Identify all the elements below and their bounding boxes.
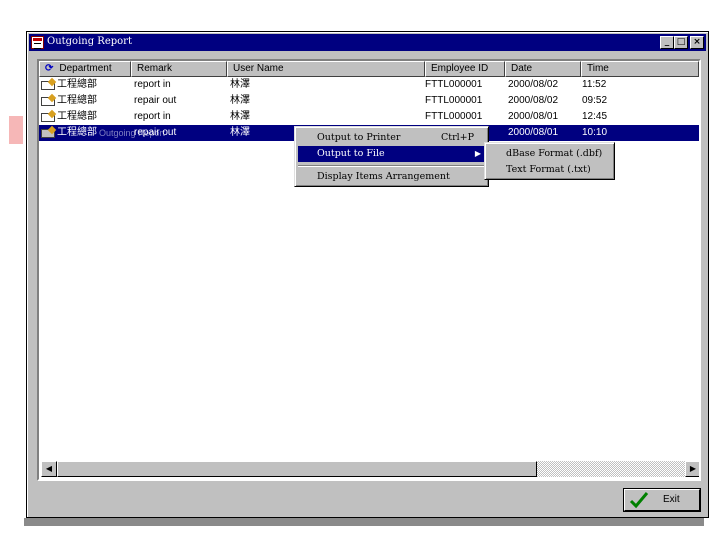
cell-department: 工程總部 — [57, 79, 97, 90]
maximize-button[interactable]: □ — [674, 36, 688, 49]
report-row-icon — [41, 81, 55, 90]
submenu-arrow-icon: ▶ — [474, 149, 481, 158]
scroll-left-button[interactable]: ◀ — [41, 461, 57, 477]
cell-user: 林澤 — [230, 79, 250, 90]
report-list[interactable]: ⟳ Department Remark User Name Employee ID… — [37, 59, 701, 481]
menu-separator — [298, 165, 485, 167]
table-row[interactable]: 工程總部 report in 林澤 FTTL000001 2000/08/01 … — [39, 109, 699, 125]
close-button[interactable]: × — [690, 36, 704, 49]
report-row-icon — [41, 113, 55, 122]
window-controls: _ □ × — [660, 36, 704, 49]
window-title: Outgoing Report — [47, 36, 132, 47]
context-menu: Output to Printer Ctrl+P Output to File … — [294, 126, 489, 187]
cell-remark: repair out — [134, 95, 177, 106]
cell-time: 10:10 — [582, 127, 608, 138]
title-bar[interactable]: Outgoing Report _ □ × — [29, 34, 706, 51]
refresh-sort-icon: ⟳ — [45, 63, 54, 74]
cell-department: 工程總部 — [57, 95, 97, 106]
menu-item-output-to-file[interactable]: Output to File ▶ — [298, 146, 485, 162]
cell-remark: repair out — [134, 127, 177, 138]
cell-department: 工程總部 — [57, 127, 97, 138]
decorative-bottom-bar — [24, 518, 704, 526]
horizontal-scrollbar[interactable]: ◀ ▶ — [41, 461, 699, 477]
list-header: ⟳ Department Remark User Name Employee ID… — [39, 61, 699, 77]
table-row[interactable]: 工程總部 repair out 林澤 FTTL000001 2000/08/02… — [39, 93, 699, 109]
column-header-time[interactable]: Time — [581, 61, 699, 77]
exit-button[interactable]: Exit — [624, 489, 700, 511]
check-icon — [629, 492, 649, 509]
cell-employee-id: FTTL000001 — [425, 111, 483, 122]
menu-item-display-items-arrangement[interactable]: Display Items Arrangement — [298, 169, 485, 185]
outgoing-report-window: Outgoing Report _ □ × ⟳ Department Remark… — [26, 31, 709, 518]
column-header-employee-id[interactable]: Employee ID — [425, 61, 505, 77]
minimize-button[interactable]: _ — [660, 36, 674, 49]
cell-employee-id: FTTL000001 — [425, 95, 483, 106]
column-header-department[interactable]: ⟳ Department — [39, 61, 131, 77]
cell-time: 12:45 — [582, 111, 608, 122]
cell-department: 工程總部 — [57, 111, 97, 122]
column-header-date[interactable]: Date — [505, 61, 581, 77]
shortcut-label: Ctrl+P — [441, 132, 475, 143]
cell-user: 林澤 — [230, 127, 250, 138]
cell-date: 2000/08/02 — [508, 79, 559, 90]
column-header-user-name[interactable]: User Name — [227, 61, 425, 77]
cell-date: 2000/08/01 — [508, 111, 559, 122]
scroll-thumb[interactable] — [57, 461, 537, 477]
table-row[interactable]: 工程總部 report in 林澤 FTTL000001 2000/08/02 … — [39, 77, 699, 93]
cell-time: 09:52 — [582, 95, 608, 106]
cell-employee-id: FTTL000001 — [425, 79, 483, 90]
report-row-icon — [41, 97, 55, 106]
report-row-icon — [41, 129, 55, 138]
exit-label: Exit — [663, 494, 680, 505]
column-header-remark[interactable]: Remark — [131, 61, 227, 77]
app-icon — [31, 36, 44, 49]
menu-item-text-format[interactable]: Text Format (.txt) — [488, 162, 611, 178]
menu-item-dbase-format[interactable]: dBase Format (.dbf) — [488, 146, 611, 162]
decorative-pink-block — [9, 116, 23, 144]
submenu-output-to-file: dBase Format (.dbf) Text Format (.txt) — [484, 142, 615, 180]
menu-item-output-to-printer[interactable]: Output to Printer Ctrl+P — [298, 130, 485, 146]
cell-user: 林澤 — [230, 95, 250, 106]
cell-date: 2000/08/02 — [508, 95, 559, 106]
cell-time: 11:52 — [582, 79, 607, 90]
cell-remark: report in — [134, 111, 171, 122]
cell-remark: report in — [134, 79, 171, 90]
cell-user: 林澤 — [230, 111, 250, 122]
cell-date: 2000/08/01 — [508, 127, 559, 138]
scroll-right-button[interactable]: ▶ — [685, 461, 699, 477]
